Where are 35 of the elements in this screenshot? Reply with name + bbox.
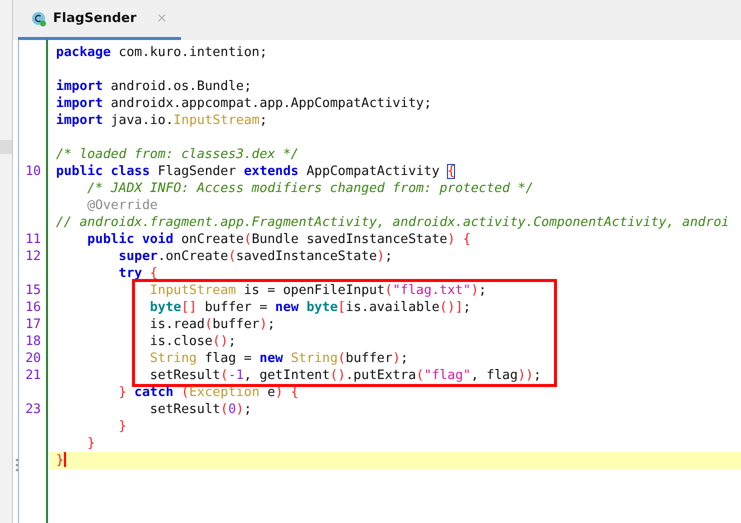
line-number: 10 bbox=[24, 163, 42, 180]
code-line: import java.io.InputStream; bbox=[55, 112, 268, 129]
class-file-icon bbox=[31, 10, 47, 26]
code-line: import android.os.Bundle; bbox=[55, 78, 253, 95]
code-line: byte[] buffer = new byte[is.available()]; bbox=[148, 299, 472, 316]
code-line: is.close(); bbox=[148, 333, 238, 350]
line-number: 16 bbox=[24, 299, 42, 316]
code-line: setResult(-1, getIntent().putExtra("flag", flag)); bbox=[148, 367, 542, 384]
code-line: super.onCreate(savedInstanceState); bbox=[118, 248, 394, 265]
code-line: setResult(0); bbox=[148, 401, 253, 418]
code-line: @Override bbox=[86, 197, 159, 214]
line-number: 21 bbox=[24, 367, 42, 384]
code-line: public void onCreate(Bundle savedInstanceState) { bbox=[86, 231, 472, 248]
code-line: is.read(buffer); bbox=[148, 316, 276, 333]
code-line: // androidx.fragment.app.FragmentActivity, androidx.activity.ComponentActivity, androi bbox=[55, 214, 730, 231]
line-number: 23 bbox=[24, 401, 42, 418]
resize-grip-icon[interactable] bbox=[15, 458, 19, 472]
code-line: import androidx.appcompat.app.AppCompatActivity; bbox=[55, 95, 433, 112]
code-line: String flag = new String(buffer); bbox=[148, 350, 410, 367]
line-number: 18 bbox=[24, 333, 42, 350]
code-line: /* JADX INFO: Access modifiers changed from: protected */ bbox=[86, 180, 534, 197]
line-number: 20 bbox=[24, 350, 42, 367]
code-line: } catch (Exception e) { bbox=[118, 384, 300, 401]
code-line: } bbox=[118, 418, 128, 435]
editor-tab[interactable]: FlagSender × bbox=[18, 0, 182, 40]
line-number: 11 bbox=[24, 231, 42, 248]
code-line: package com.kuro.intention; bbox=[55, 44, 268, 61]
code-line: /* loaded from: classes3.dex */ bbox=[55, 146, 300, 163]
code-line: } bbox=[86, 435, 96, 452]
code-line: public class FlagSender extends AppCompatActivity { bbox=[55, 163, 456, 180]
code-line: try { bbox=[118, 265, 159, 282]
line-number: 12 bbox=[24, 248, 42, 265]
code-line: InputStream is = openFileInput("flag.txt"); bbox=[148, 282, 488, 299]
line-number: 17 bbox=[24, 316, 42, 333]
line-number: 15 bbox=[24, 282, 42, 299]
